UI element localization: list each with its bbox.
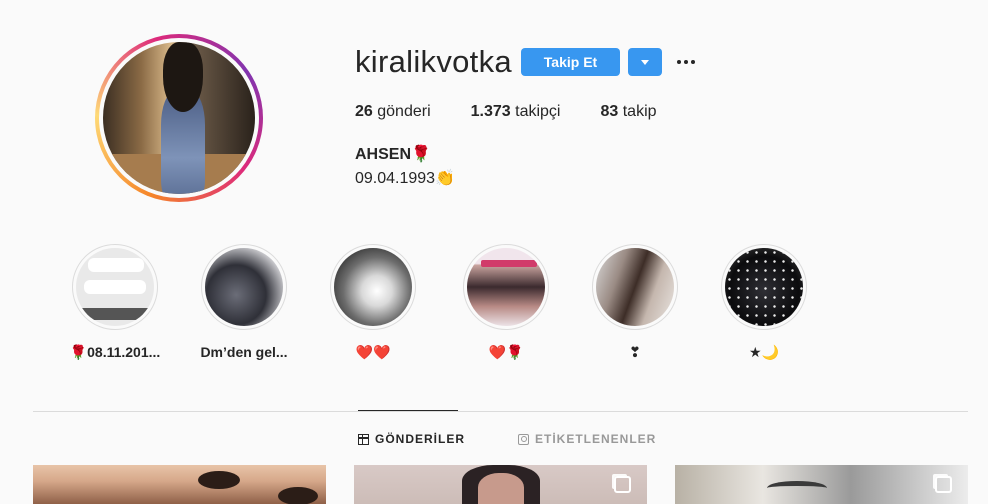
avatar-photo [103, 42, 255, 194]
highlight-label: ❤️🌹 [488, 344, 524, 360]
posts-stat: 26 gönderi [355, 103, 431, 120]
highlight-item[interactable]: ❤️🌹 [463, 244, 549, 361]
post-thumbnail[interactable] [354, 465, 647, 504]
highlight-item[interactable]: Dm’den gel... [200, 244, 288, 360]
highlight-cover [205, 248, 283, 326]
username: kiralikvotka [355, 44, 512, 79]
chevron-down-icon [641, 59, 649, 65]
profile-stats: 26 gönderi 1.373 takipçi 83 takip [355, 103, 697, 121]
tagged-icon [518, 433, 529, 445]
highlight-item[interactable]: ❣ [592, 244, 678, 361]
following-stat[interactable]: 83 takip [600, 103, 656, 121]
highlight-cover [725, 248, 803, 326]
highlight-cover [467, 248, 545, 326]
tabs-divider [33, 411, 968, 412]
profile-avatar[interactable] [95, 34, 263, 202]
highlight-cover [596, 248, 674, 326]
highlight-label: ❤️❤️ [355, 344, 391, 360]
highlight-label: ❣ [629, 344, 641, 360]
followers-stat[interactable]: 1.373 takipçi [471, 103, 561, 121]
tab-tagged[interactable]: ETİKETLENENLER [518, 432, 656, 446]
more-options-icon[interactable] [676, 50, 696, 74]
bio-text: 09.04.1993👏 [355, 170, 455, 187]
highlight-label: 🌹08.11.201... [69, 344, 161, 360]
highlight-item[interactable]: ★🌙 [721, 244, 807, 361]
grid-icon [358, 433, 369, 445]
post-thumbnail[interactable] [675, 465, 968, 504]
carousel-icon [935, 476, 952, 493]
follow-button[interactable]: Takip Et [521, 48, 620, 76]
story-highlights: 🌹08.11.201... Dm’den gel... ❤️❤️ ❤️🌹 ❣ ★… [70, 244, 812, 364]
highlight-cover [76, 248, 154, 326]
post-thumbnail[interactable] [33, 465, 326, 504]
suggestions-dropdown-button[interactable] [628, 48, 662, 76]
carousel-icon [614, 476, 631, 493]
highlight-label: ★🌙 [749, 344, 779, 360]
tab-posts[interactable]: GÖNDERİLER [358, 432, 465, 446]
highlight-item[interactable]: 🌹08.11.201... [70, 244, 160, 361]
highlight-label: Dm’den gel... [200, 344, 288, 360]
full-name: AHSEN🌹 [355, 146, 431, 163]
highlight-cover [334, 248, 412, 326]
highlight-item[interactable]: ❤️❤️ [330, 244, 416, 361]
active-tab-indicator [358, 410, 458, 411]
